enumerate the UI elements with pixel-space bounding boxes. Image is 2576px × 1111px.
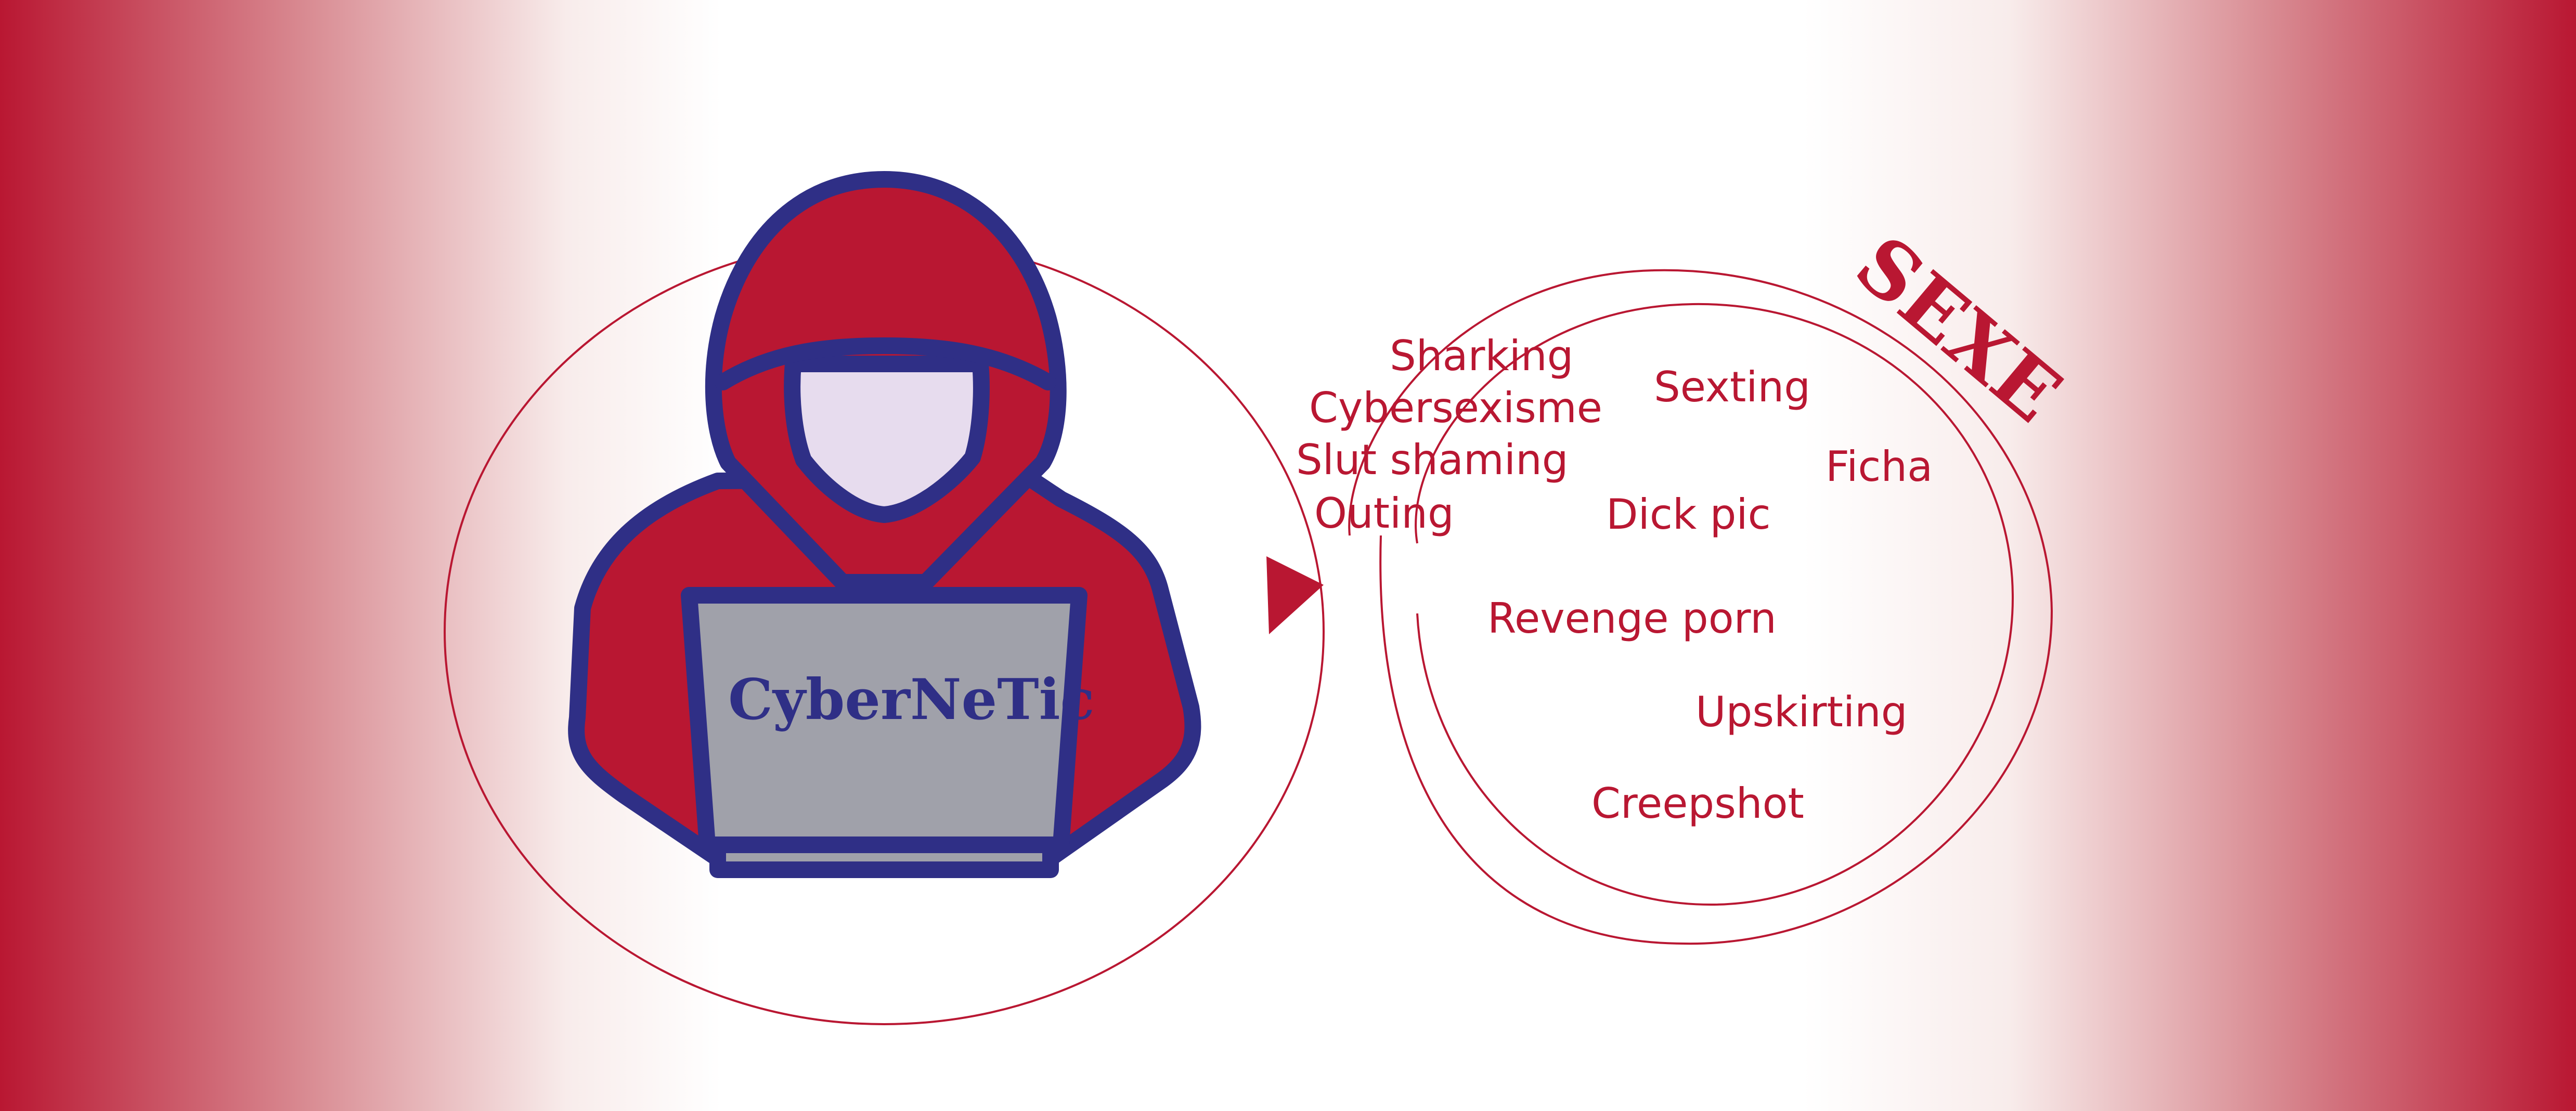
term-slut-shaming: Slut shaming xyxy=(1296,436,1569,484)
arrowhead-icon xyxy=(1266,556,1324,634)
term-dick-pic: Dick pic xyxy=(1606,490,1771,539)
infographic: CyberNeTic SEXE Sharking Cybersexisme Sl… xyxy=(0,0,2576,1111)
term-creepshot: Creepshot xyxy=(1591,779,1804,828)
infographic-graphics xyxy=(444,171,2053,1025)
term-ficha: Ficha xyxy=(1826,442,1933,491)
term-cybersexisme: Cybersexisme xyxy=(1309,384,1602,432)
term-upskirting: Upskirting xyxy=(1695,688,1908,736)
term-outing: Outing xyxy=(1314,489,1454,538)
brand-label: CyberNeTic xyxy=(728,667,1095,733)
term-sharking: Sharking xyxy=(1390,332,1574,380)
laptop-icon xyxy=(681,587,1088,878)
term-sexting: Sexting xyxy=(1654,363,1811,411)
term-revenge-porn: Revenge porn xyxy=(1487,594,1777,643)
